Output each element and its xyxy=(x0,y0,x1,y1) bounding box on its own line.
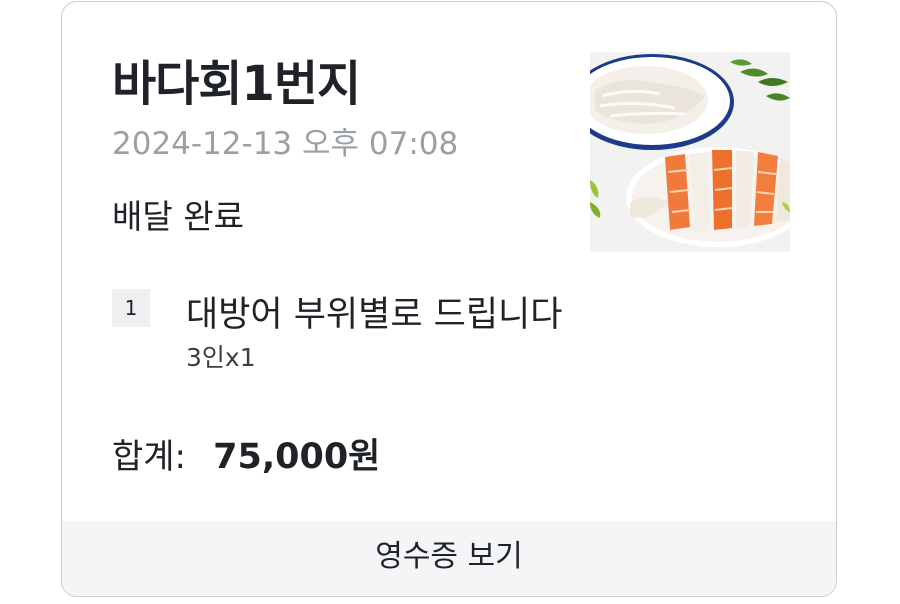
item-option: 3인x1 xyxy=(186,343,256,372)
total-label: 합계: xyxy=(112,437,187,477)
order-card[interactable]: 바다회1번지 2024-12-13 오후 07:08 배달 완료 1 대방어 부… xyxy=(61,1,837,597)
total-amount: 75,000원 xyxy=(213,437,381,477)
item-name: 대방어 부위별로 드립니다 xyxy=(186,295,563,335)
view-receipt-button[interactable]: 영수증 보기 xyxy=(62,522,836,596)
food-thumbnail-image xyxy=(590,52,790,252)
quantity-badge: 1 xyxy=(112,289,150,327)
order-status: 배달 완료 xyxy=(112,197,244,236)
total-row: 합계: 75,000원 xyxy=(112,428,380,479)
store-name: 바다회1번지 xyxy=(112,56,361,112)
order-date: 2024-12-13 오후 07:08 xyxy=(112,126,459,162)
